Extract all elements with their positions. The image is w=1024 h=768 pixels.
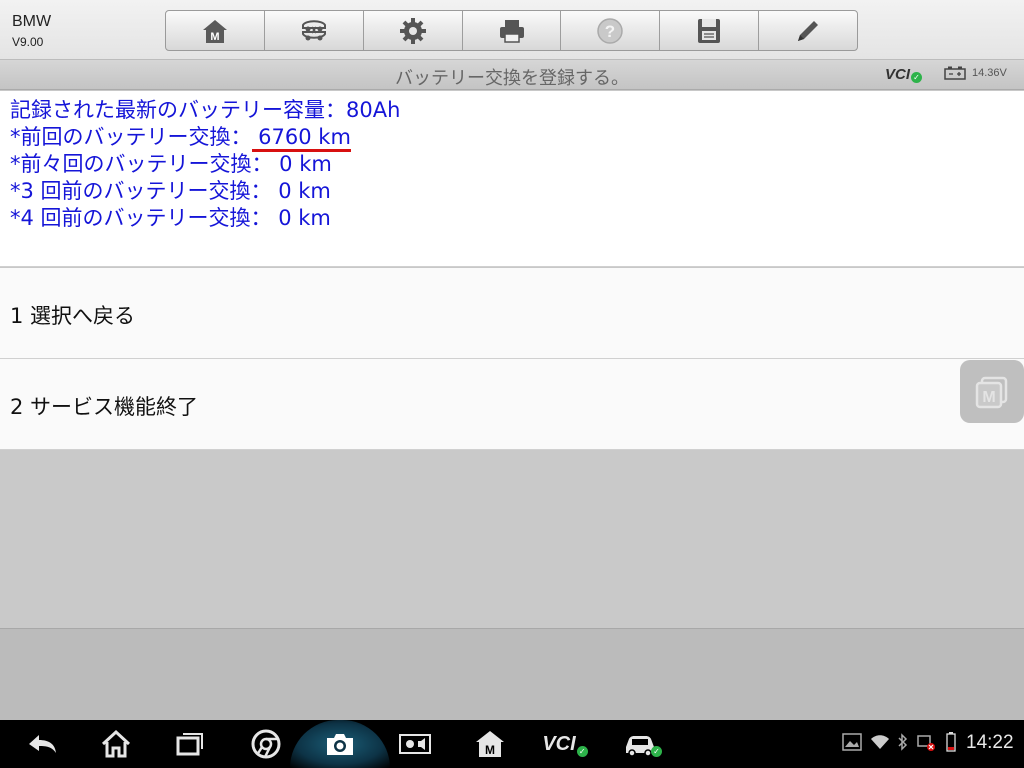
vci-label: VCI <box>885 66 911 83</box>
floating-m-button[interactable]: M <box>960 360 1024 423</box>
vehicle-swap-button[interactable] <box>265 11 364 50</box>
back-arrow-icon <box>29 735 56 753</box>
svg-text:M: M <box>485 743 495 757</box>
settings-gear-icon <box>399 17 426 44</box>
svg-text:M: M <box>982 389 995 406</box>
vci-nav-button[interactable]: VCI ✓ <box>540 720 590 768</box>
edit-pencil-icon <box>798 20 819 41</box>
wifi-icon <box>871 735 889 749</box>
check-icon: ✓ <box>911 72 923 83</box>
home-m-icon: M <box>202 19 227 43</box>
battery-status: 14.36V <box>944 66 1007 80</box>
app-title: BMW <box>12 13 52 30</box>
camera-icon <box>327 734 353 755</box>
bluetooth-icon <box>898 733 908 751</box>
second-last-replacement-line: *前々回のバッテリー交換： 0 km <box>10 152 332 176</box>
vehicle-nav-button[interactable]: ✓ <box>620 720 665 768</box>
save-floppy-icon <box>698 18 721 43</box>
battery-info-panel: 記録された最新のバッテリー容量：80Ah *前回のバッテリー交換： 6760 k… <box>0 91 1024 267</box>
display-settings-button[interactable] <box>395 720 435 768</box>
vci-check-icon: ✓ <box>576 745 588 757</box>
app-version: V9.00 <box>12 35 44 49</box>
top-bar: BMW V9.00 M ? <box>0 0 1024 60</box>
network-disconnected-icon <box>917 735 935 751</box>
battery-icon <box>944 66 966 80</box>
svg-text:?: ? <box>605 22 615 41</box>
svg-text:M: M <box>210 31 219 43</box>
settings-button[interactable] <box>364 11 463 50</box>
system-status-icons <box>842 732 956 752</box>
content-empty-area <box>0 450 1024 628</box>
device-battery-icon <box>946 732 956 752</box>
third-last-replacement-line: *3 回前のバッテリー交換： 0 km <box>10 179 331 203</box>
page-title: バッテリー交換を登録する。 <box>395 68 629 89</box>
fourth-last-replacement-line: *4 回前のバッテリー交換： 0 km <box>10 206 331 230</box>
last-replacement-value: 6760 km <box>251 125 351 152</box>
help-button[interactable]: ? <box>561 11 661 50</box>
camera-button[interactable] <box>320 720 360 768</box>
recent-apps-button[interactable] <box>170 720 210 768</box>
system-nav-bar: M VCI ✓ ✓ 14:22 <box>0 720 1024 768</box>
title-bar: バッテリー交換を登録する。 VCI ✓ 14.36V <box>0 60 1024 90</box>
m-home-icon: M <box>476 731 504 757</box>
bottom-button-area <box>0 628 1024 720</box>
home-button[interactable]: M <box>166 11 265 50</box>
chrome-button[interactable] <box>246 720 286 768</box>
menu-item-back-to-selection[interactable]: 1 選択へ戻る <box>0 268 1024 359</box>
app-info: BMW V9.00 <box>12 12 51 52</box>
last-replacement-line: *前回のバッテリー交換： 6760 km <box>10 124 1024 152</box>
car-check-icon: ✓ <box>651 745 662 757</box>
brightness-volume-icon <box>399 734 431 754</box>
vehicle-swap-icon <box>301 19 326 40</box>
home-icon <box>101 729 131 758</box>
home-nav-button[interactable] <box>96 720 136 768</box>
status-clock: 14:22 <box>966 732 1014 753</box>
battery-voltage: 14.36V <box>972 67 1007 79</box>
save-button[interactable] <box>660 11 760 50</box>
vci-nav-label: VCI <box>542 732 576 755</box>
edit-button[interactable] <box>759 11 857 50</box>
last-replacement-label: *前回のバッテリー交換： <box>10 125 252 149</box>
gallery-icon <box>842 733 862 751</box>
menu-item-label: 2 サービス機能終了 <box>10 395 199 419</box>
printer-icon <box>499 19 524 43</box>
recent-apps-icon <box>176 733 203 756</box>
print-button[interactable] <box>463 11 562 50</box>
m-logo-icon: M <box>975 376 1008 408</box>
menu-item-label: 1 選択へ戻る <box>10 304 136 328</box>
vci-status: VCI ✓ <box>885 66 923 83</box>
menu-item-exit-service[interactable]: 2 サービス機能終了 <box>0 359 1024 450</box>
toolbar: M ? <box>165 10 858 51</box>
car-icon <box>626 736 654 757</box>
back-button[interactable] <box>22 720 62 768</box>
latest-capacity-line: 記録された最新のバッテリー容量：80Ah <box>10 98 401 122</box>
chrome-icon <box>251 729 281 759</box>
maxisys-home-button[interactable]: M <box>470 720 510 768</box>
help-icon: ? <box>597 17 624 44</box>
